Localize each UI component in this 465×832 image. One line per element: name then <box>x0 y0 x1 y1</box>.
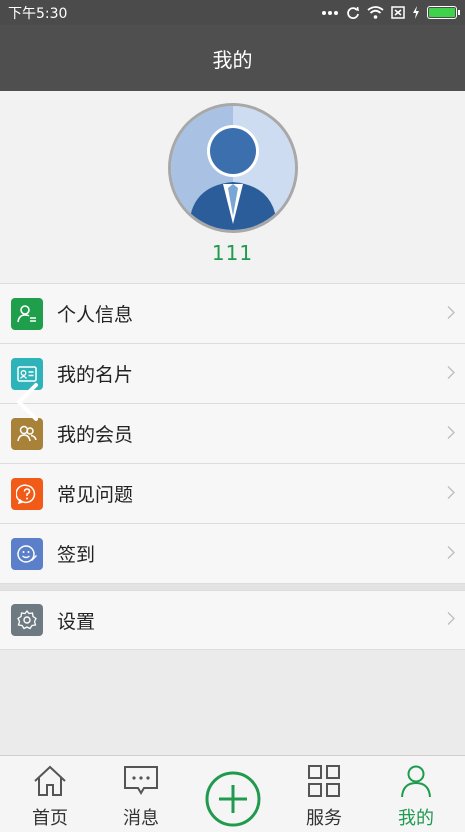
back-chevron-icon[interactable] <box>14 382 42 426</box>
chevron-right-icon <box>447 484 455 503</box>
menu-item-label: 我的会员 <box>57 424 134 446</box>
menu-item-business-card[interactable]: 我的名片 <box>0 343 465 403</box>
tab-mine[interactable]: 我的 <box>376 756 456 832</box>
message-icon <box>123 763 159 799</box>
tab-messages[interactable]: 消息 <box>101 756 181 832</box>
section-divider <box>0 583 465 590</box>
status-icons <box>321 6 460 20</box>
question-icon <box>11 477 43 510</box>
page-title: 我的 <box>212 47 253 72</box>
grid-icon <box>307 763 341 799</box>
person-info-icon <box>11 297 43 330</box>
menu-list: 个人信息 我的名片 我的会员 常见问题 签到 设置 <box>0 283 465 650</box>
menu-item-personal-info[interactable]: 个人信息 <box>0 283 465 343</box>
tab-home[interactable]: 首页 <box>10 756 90 832</box>
user-icon <box>399 763 433 799</box>
status-time: 下午5:30 <box>8 5 68 22</box>
tab-label: 服务 <box>306 808 342 829</box>
battery-icon <box>427 6 460 19</box>
profile-section: 111 <box>0 91 465 283</box>
tab-label: 首页 <box>32 808 68 829</box>
sync-icon <box>346 6 360 20</box>
dots-icon <box>321 10 339 16</box>
tab-label: 我的 <box>398 808 434 829</box>
tab-label: 消息 <box>123 808 159 829</box>
chevron-right-icon <box>447 611 455 630</box>
charging-icon <box>412 6 420 19</box>
menu-item-label: 常见问题 <box>57 484 134 506</box>
chevron-right-icon <box>447 424 455 443</box>
avatar[interactable] <box>167 103 298 233</box>
menu-item-members[interactable]: 我的会员 <box>0 403 465 463</box>
wifi-icon <box>367 6 384 19</box>
gear-icon <box>11 604 43 636</box>
menu-item-faq[interactable]: 常见问题 <box>0 463 465 523</box>
home-icon <box>32 763 68 799</box>
menu-item-label: 个人信息 <box>57 304 134 326</box>
menu-item-label: 我的名片 <box>57 364 134 386</box>
username: 111 <box>211 241 254 265</box>
plus-circle-icon <box>205 771 261 827</box>
menu-item-label: 设置 <box>57 610 96 633</box>
bottom-tab-bar: 首页 消息 服务 我的 <box>0 755 465 832</box>
chevron-right-icon <box>447 364 455 383</box>
chevron-right-icon <box>447 544 455 563</box>
tab-services[interactable]: 服务 <box>284 756 364 832</box>
menu-item-label: 签到 <box>57 544 96 566</box>
sign-in-icon <box>11 537 43 570</box>
page-header: 我的 <box>0 25 465 91</box>
avatar-person-icon <box>170 106 295 230</box>
status-bar: 下午5:30 <box>0 0 465 25</box>
add-button[interactable] <box>205 771 261 827</box>
menu-item-sign-in[interactable]: 签到 <box>0 523 465 583</box>
no-sim-icon <box>391 6 405 19</box>
battery-level <box>429 8 455 17</box>
menu-item-settings[interactable]: 设置 <box>0 590 465 650</box>
chevron-right-icon <box>447 304 455 323</box>
